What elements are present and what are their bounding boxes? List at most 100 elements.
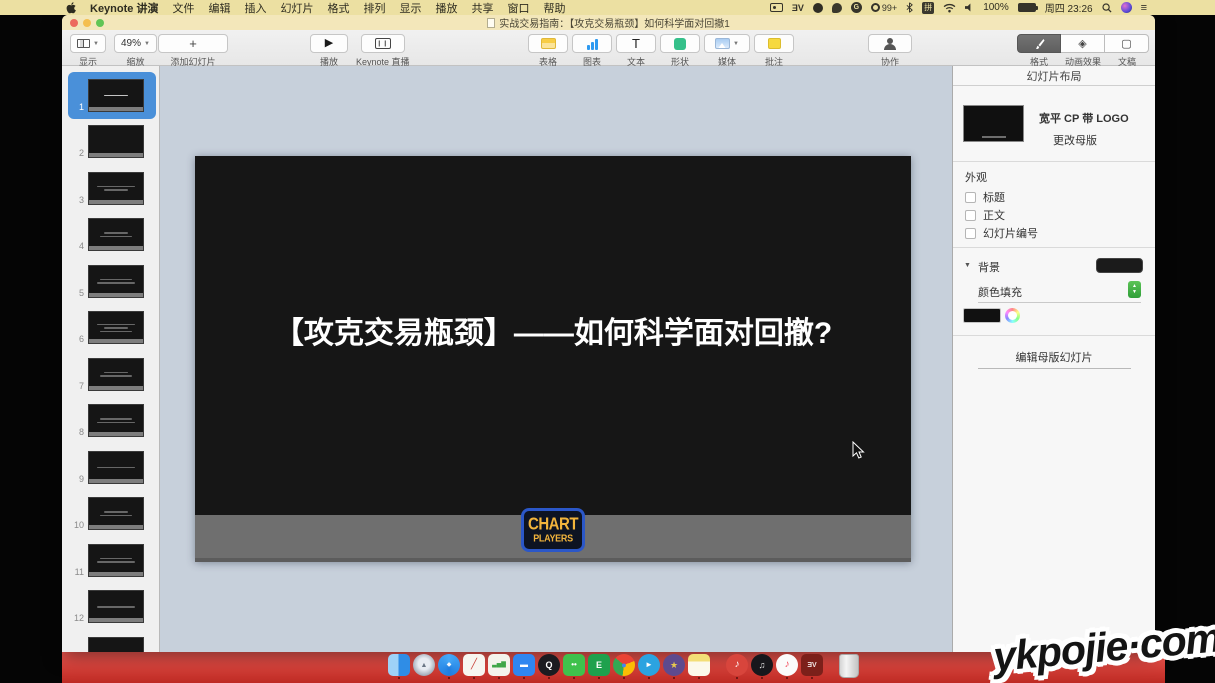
text-icon: T bbox=[632, 37, 640, 50]
slide-thumbnail-7[interactable]: 7 bbox=[68, 351, 156, 398]
sticky-notes-icon[interactable] bbox=[688, 654, 710, 676]
evernote-icon[interactable]: E bbox=[588, 654, 610, 676]
color-fill-stepper[interactable]: ▲▼ bbox=[1128, 281, 1141, 298]
slide-title[interactable]: 【攻克交易瓶颈】——如何科学面对回撤? bbox=[195, 308, 911, 352]
edit-master-button[interactable]: 编辑母版幻灯片 bbox=[953, 349, 1155, 365]
menu-item-9[interactable]: 共享 bbox=[471, 0, 493, 16]
volume-icon[interactable] bbox=[965, 3, 974, 12]
slide-canvas[interactable]: 【攻克交易瓶颈】——如何科学面对回撤? CHART PLAYERS bbox=[160, 66, 952, 652]
apple-icon[interactable] bbox=[66, 2, 76, 14]
appearance-option-1[interactable]: 正文 bbox=[965, 206, 1038, 224]
ev-menu-icon[interactable]: ƎV bbox=[792, 3, 804, 13]
view-button[interactable]: ▼ 显示 bbox=[70, 34, 106, 68]
menu-datetime[interactable]: 周四 23:26 bbox=[1045, 0, 1093, 15]
checkbox[interactable] bbox=[965, 228, 976, 239]
zoom-button[interactable] bbox=[96, 19, 104, 27]
g-app-icon[interactable]: G bbox=[851, 2, 862, 13]
text-button[interactable]: T 文本 bbox=[616, 34, 656, 68]
badge-app-icon[interactable]: 99+ bbox=[871, 3, 897, 13]
comment-button[interactable]: 批注 bbox=[754, 34, 794, 68]
checkbox[interactable] bbox=[965, 192, 976, 203]
menu-item-6[interactable]: 排列 bbox=[363, 0, 385, 16]
menu-item-4[interactable]: 幻灯片 bbox=[280, 0, 313, 16]
dot-app-icon[interactable] bbox=[813, 3, 823, 13]
screen-record-icon[interactable] bbox=[770, 3, 783, 12]
checkbox[interactable] bbox=[965, 210, 976, 221]
input-method-icon[interactable]: 拼 bbox=[922, 2, 934, 14]
slide-thumbnail-3[interactable]: 3 bbox=[68, 165, 156, 212]
appearance-option-0[interactable]: 标题 bbox=[965, 188, 1038, 206]
notification-center-icon[interactable]: ≡ bbox=[1141, 2, 1147, 14]
wechat-icon[interactable]: •• bbox=[563, 654, 585, 676]
add-slide-button[interactable]: + 添加幻灯片 bbox=[158, 34, 228, 68]
telegram-icon[interactable]: ► bbox=[638, 654, 660, 676]
siri-icon[interactable] bbox=[1121, 2, 1132, 13]
table-button[interactable]: 表格 bbox=[528, 34, 568, 68]
keynote-icon[interactable]: ▬ bbox=[513, 654, 535, 676]
chart-button[interactable]: 图表 bbox=[572, 34, 612, 68]
safari-icon[interactable]: ◆ bbox=[438, 654, 460, 676]
search-icon[interactable] bbox=[1102, 3, 1112, 13]
menu-item-0[interactable]: Keynote 讲演 bbox=[90, 0, 158, 16]
bluetooth-icon[interactable] bbox=[906, 2, 913, 13]
menu-item-2[interactable]: 编辑 bbox=[208, 0, 230, 16]
collaborate-button[interactable]: 协作 bbox=[868, 34, 912, 68]
apple-music-icon[interactable]: ♪ bbox=[776, 654, 798, 676]
menu-item-5[interactable]: 格式 bbox=[327, 0, 349, 16]
slide-thumbnail-1[interactable]: 1 bbox=[68, 72, 156, 119]
slide-thumbnail-9[interactable]: 9 bbox=[68, 444, 156, 491]
dark-music-icon[interactable]: ♫ bbox=[751, 654, 773, 676]
menu-item-10[interactable]: 窗口 bbox=[507, 0, 529, 16]
slide-thumbnail-5[interactable]: 5 bbox=[68, 258, 156, 305]
format-tab[interactable]: 格式 bbox=[1017, 34, 1061, 68]
chart-players-logo[interactable]: CHART PLAYERS bbox=[521, 508, 585, 552]
animate-tab[interactable]: ◈ 动画效果 bbox=[1061, 34, 1105, 68]
change-master-button[interactable]: 更改母版 bbox=[1053, 132, 1097, 148]
keynote-live-button[interactable]: ❙❙ Keynote 直播 bbox=[356, 34, 410, 68]
window-title: 实战交易指南：【攻克交易瓶颈】如何科学面对回撤1 bbox=[499, 15, 730, 30]
shape-button[interactable]: 形状 bbox=[660, 34, 700, 68]
minimize-button[interactable] bbox=[83, 19, 91, 27]
trash-icon[interactable] bbox=[839, 654, 859, 678]
media-button[interactable]: ▼ 媒体 bbox=[704, 34, 750, 68]
menu-item-1[interactable]: 文件 bbox=[172, 0, 194, 16]
menu-item-11[interactable]: 帮助 bbox=[543, 0, 565, 16]
close-button[interactable] bbox=[70, 19, 78, 27]
menu-item-3[interactable]: 插入 bbox=[244, 0, 266, 16]
slide-thumbnail-11[interactable]: 11 bbox=[68, 537, 156, 584]
master-thumbnail[interactable] bbox=[963, 105, 1024, 142]
slide-thumbnail-12[interactable]: 12 bbox=[68, 584, 156, 631]
slide-thumbnail-4[interactable]: 4 bbox=[68, 212, 156, 259]
bird-app-icon[interactable] bbox=[832, 3, 842, 13]
slide[interactable]: 【攻克交易瓶颈】——如何科学面对回撤? CHART PLAYERS bbox=[195, 156, 911, 562]
appearance-option-2[interactable]: 幻灯片编号 bbox=[965, 224, 1038, 242]
slide-thumbnail-10[interactable]: 10 bbox=[68, 491, 156, 538]
slide-thumbnail-6[interactable]: 6 bbox=[68, 305, 156, 352]
divider bbox=[953, 161, 1155, 162]
shape-icon bbox=[674, 38, 686, 50]
ev-app-icon[interactable]: ƎV bbox=[801, 654, 823, 676]
numbers-icon[interactable]: ▃▅▇ bbox=[488, 654, 510, 676]
slide-thumbnail-13[interactable]: 13 bbox=[68, 630, 156, 652]
slide-thumbnail-2[interactable]: 2 bbox=[68, 119, 156, 166]
play-button[interactable]: ▶ 播放 bbox=[310, 34, 348, 68]
menu-item-8[interactable]: 播放 bbox=[435, 0, 457, 16]
collaborate-icon bbox=[883, 38, 897, 50]
menu-item-7[interactable]: 显示 bbox=[399, 0, 421, 16]
zoom-select[interactable]: 49%▼ 缩放 bbox=[114, 34, 157, 68]
wifi-icon[interactable] bbox=[943, 3, 956, 13]
table-icon bbox=[541, 38, 556, 49]
color-well[interactable] bbox=[963, 308, 1001, 323]
video-app-icon[interactable]: ★ bbox=[663, 654, 685, 676]
netease-music-icon[interactable]: ♪ bbox=[726, 654, 748, 676]
background-color-swatch[interactable] bbox=[1096, 258, 1143, 273]
notes-doc-icon[interactable]: ╱ bbox=[463, 654, 485, 676]
chrome-icon[interactable]: ● bbox=[613, 654, 635, 676]
background-disclosure-icon[interactable]: ▼ bbox=[964, 262, 971, 269]
finder-icon[interactable] bbox=[388, 654, 410, 676]
launchpad-icon[interactable]: ▲ bbox=[413, 654, 435, 676]
qq-icon[interactable]: Q bbox=[538, 654, 560, 676]
slide-thumbnail-8[interactable]: 8 bbox=[68, 398, 156, 445]
document-tab[interactable]: ▢ 文稿 bbox=[1105, 34, 1149, 68]
color-wheel-button[interactable] bbox=[1005, 308, 1020, 323]
